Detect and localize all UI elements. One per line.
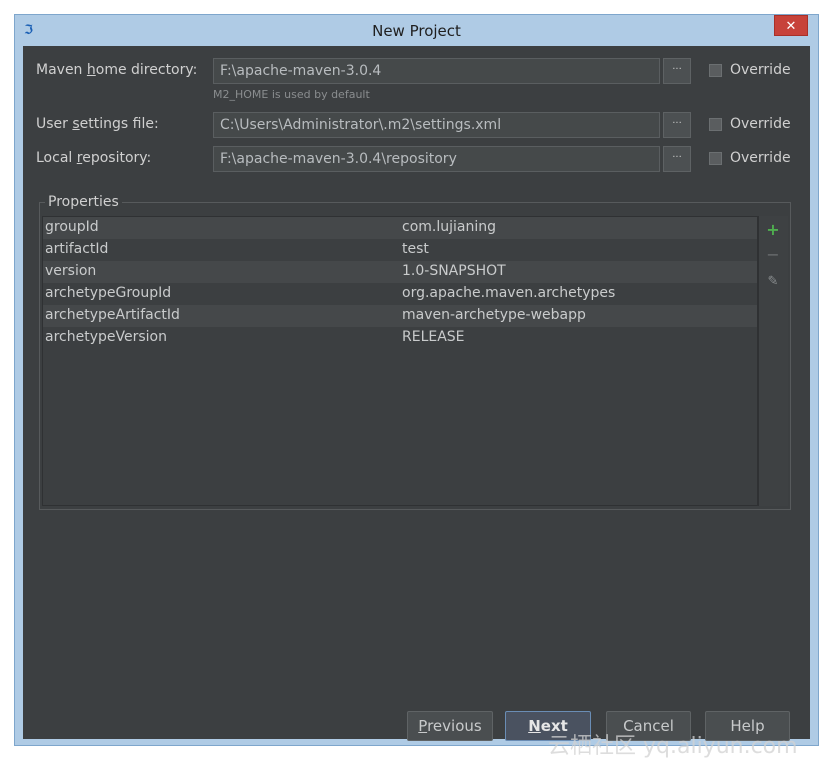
user-settings-browse-button[interactable]: ···	[663, 112, 691, 138]
property-value: org.apache.maven.archetypes	[402, 285, 616, 301]
property-key: artifactId	[45, 241, 109, 257]
add-icon[interactable]: +	[765, 222, 781, 238]
user-settings-override-label[interactable]: Override	[730, 116, 791, 132]
watermark: 云栖社区 yq.aliyun.com	[548, 734, 798, 759]
dialog-title: New Project	[372, 22, 461, 40]
properties-toolbar: + − ✎	[758, 216, 788, 506]
close-button[interactable]: ✕	[774, 15, 808, 36]
table-row[interactable]: version 1.0-SNAPSHOT	[43, 261, 757, 283]
properties-title: Properties	[45, 194, 122, 210]
maven-home-label: Maven home directory:	[36, 62, 198, 78]
previous-button[interactable]: Previous	[407, 711, 493, 741]
dialog-window: ℑ New Project ✕ Maven home directory: F:…	[14, 14, 819, 746]
maven-home-hint: M2_HOME is used by default	[213, 88, 370, 101]
remove-icon[interactable]: −	[765, 247, 781, 263]
property-value: RELEASE	[402, 329, 465, 345]
property-value: maven-archetype-webapp	[402, 307, 586, 323]
property-key: archetypeGroupId	[45, 285, 172, 301]
property-value: test	[402, 241, 429, 257]
property-key: groupId	[45, 219, 99, 235]
table-row[interactable]: archetypeGroupId org.apache.maven.archet…	[43, 283, 757, 305]
maven-home-field[interactable]: F:\apache-maven-3.0.4	[213, 58, 660, 84]
user-settings-override-checkbox[interactable]	[709, 118, 722, 131]
edit-icon[interactable]: ✎	[765, 274, 781, 290]
property-key: archetypeVersion	[45, 329, 167, 345]
table-row[interactable]: archetypeArtifactId maven-archetype-weba…	[43, 305, 757, 327]
local-repository-override-checkbox[interactable]	[709, 152, 722, 165]
maven-home-override-checkbox[interactable]	[709, 64, 722, 77]
property-key: version	[45, 263, 97, 279]
local-repository-override-label[interactable]: Override	[730, 150, 791, 166]
table-row[interactable]: groupId com.lujianing	[43, 217, 757, 239]
local-repository-browse-button[interactable]: ···	[663, 146, 691, 172]
user-settings-field[interactable]: C:\Users\Administrator\.m2\settings.xml	[213, 112, 660, 138]
maven-home-browse-button[interactable]: ···	[663, 58, 691, 84]
user-settings-label: User settings file:	[36, 116, 159, 132]
local-repository-label: Local repository:	[36, 150, 152, 166]
property-key: archetypeArtifactId	[45, 307, 180, 323]
dialog-content: Maven home directory: F:\apache-maven-3.…	[23, 46, 810, 741]
title-bar[interactable]: ℑ New Project ✕	[15, 15, 818, 47]
property-value: 1.0-SNAPSHOT	[402, 263, 506, 279]
maven-home-override-label[interactable]: Override	[730, 62, 791, 78]
table-row[interactable]: archetypeVersion RELEASE	[43, 327, 757, 349]
local-repository-field[interactable]: F:\apache-maven-3.0.4\repository	[213, 146, 660, 172]
property-value: com.lujianing	[402, 219, 496, 235]
properties-table[interactable]: groupId com.lujianing artifactId test ve…	[42, 216, 758, 506]
table-row[interactable]: artifactId test	[43, 239, 757, 261]
